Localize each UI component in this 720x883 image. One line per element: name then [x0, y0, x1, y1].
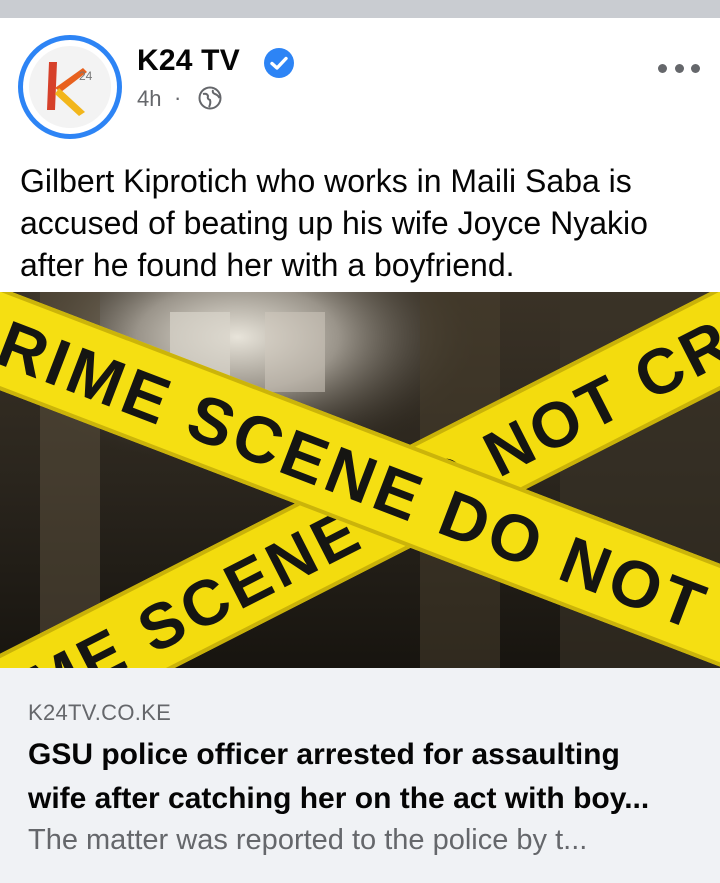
post-text-line: after he found her with a boyfriend. — [20, 247, 515, 283]
post-text-line: accused of beating up his wife Joyce Nya… — [20, 205, 648, 241]
page-name[interactable]: K24 TV — [137, 44, 240, 78]
k24-logo-icon: 24 — [29, 46, 111, 128]
post-text-line: Gilbert Kiprotich who works in Maili Sab… — [20, 163, 632, 199]
link-title[interactable]: GSU police officer arrested for assaulti… — [28, 733, 700, 821]
link-title-line: wife after catching her on the act with … — [28, 782, 650, 815]
link-title-line: GSU police officer arrested for assaulti… — [28, 738, 620, 771]
post-time[interactable]: 4h — [137, 86, 161, 112]
verified-badge-icon — [264, 48, 294, 78]
post-image[interactable]: CRIME SCENE DO NOT CR CRIME SCENE DO NOT… — [0, 292, 720, 668]
meta-separator: · — [174, 85, 182, 110]
crime-scene-photo: CRIME SCENE DO NOT CR CRIME SCENE DO NOT… — [0, 292, 720, 668]
globe-icon — [198, 86, 222, 110]
more-options-icon[interactable] — [658, 58, 700, 78]
post-text: Gilbert Kiprotich who works in Maili Sab… — [20, 160, 700, 286]
link-description[interactable]: The matter was reported to the police by… — [28, 820, 700, 860]
svg-text:24: 24 — [79, 69, 93, 83]
top-separator — [0, 0, 720, 18]
page-avatar[interactable]: 24 — [18, 35, 122, 139]
link-domain[interactable]: K24TV.CO.KE — [28, 700, 171, 726]
